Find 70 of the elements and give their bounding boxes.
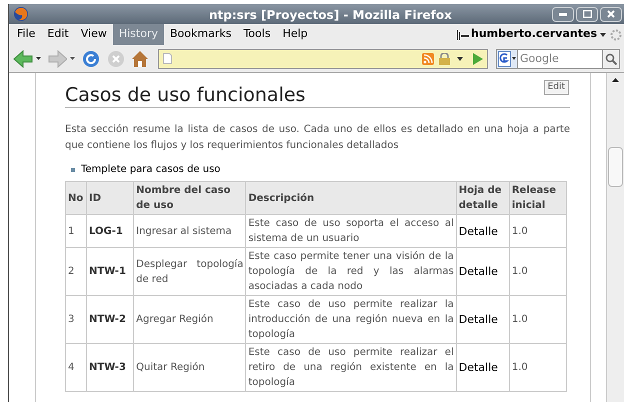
menu-item[interactable]: Bookmarks (164, 24, 238, 45)
spinner-icon (610, 28, 622, 40)
go-arrow-icon[interactable] (473, 52, 484, 64)
edit-button[interactable]: Edit (544, 80, 569, 95)
intro-paragraph: Esta sección resume la lista de casos de uso. Cada uno de ellos es detallado en una hoja a parte que contiene los flujos y los requerimientos funcionales detallados (65, 123, 570, 153)
search-icon (605, 52, 618, 64)
menu-item[interactable]: View (74, 24, 113, 45)
table-cell: NTW-1 (86, 248, 134, 296)
table-cell: Este caso de uso soporta el acceso al sistema de un usuario (246, 214, 456, 248)
dropdown-icon[interactable] (70, 57, 76, 60)
table-cell: 1.0 (509, 344, 566, 392)
table-cell: Este caso de uso permite realizar el retiro de una región existente en la topología (246, 344, 456, 392)
table-cell: Este caso de uso permite realizar la introducción de una región nueva en la topología (246, 296, 456, 344)
close-button[interactable] (600, 6, 622, 22)
dropdown-icon[interactable] (600, 32, 606, 36)
column-header: Hoja de detalle (456, 182, 510, 214)
table-cell: LOG-1 (86, 214, 134, 248)
menu-item[interactable]: Edit (41, 24, 75, 45)
dropdown-icon[interactable] (36, 57, 41, 60)
firefox-logo-icon (13, 6, 29, 22)
detail-link[interactable]: Detalle (456, 344, 510, 392)
user-name[interactable]: humberto.cervantes (471, 26, 597, 43)
rss-icon[interactable] (422, 52, 434, 64)
home-icon[interactable] (131, 50, 150, 68)
table-cell: Quitar Región (134, 344, 246, 392)
scrollbar[interactable] (606, 73, 624, 402)
detail-link[interactable]: Detalle (456, 248, 510, 296)
menu-item[interactable]: Help (276, 24, 314, 45)
table-cell: NTW-3 (86, 344, 134, 392)
column-header: Descripción (246, 182, 456, 214)
window-title: ntp:srs [Proyectos] - Mozilla Firefox (209, 7, 452, 24)
scroll-up-icon[interactable] (612, 78, 619, 82)
table-cell: Ingresar al sistema (134, 214, 246, 248)
menu-item[interactable]: File (11, 24, 42, 45)
maximize-icon (582, 10, 592, 18)
detail-link[interactable]: Detalle (456, 214, 510, 248)
table-cell: 1.0 (509, 214, 566, 248)
column-header: No (66, 182, 87, 214)
table-cell: 3 (66, 296, 87, 344)
table-cell: 2 (66, 248, 87, 296)
close-icon (607, 10, 615, 18)
table-cell: 1 (66, 214, 87, 248)
table-cell: Agregar Región (134, 296, 246, 344)
table-cell: Desplegar topología de red (134, 248, 246, 296)
bullet-icon (71, 168, 75, 172)
search-field[interactable]: Google (518, 48, 602, 68)
minimize-icon (559, 12, 567, 16)
page-icon (163, 53, 172, 64)
table-cell: NTW-2 (86, 296, 134, 344)
table-cell: 1.0 (509, 296, 566, 344)
column-header: ID (86, 182, 134, 214)
menu-item[interactable]: Tools (237, 24, 277, 45)
signal-icon (457, 28, 470, 40)
search-button[interactable] (602, 48, 620, 68)
bullet-link[interactable]: Templete para casos de uso (81, 162, 220, 177)
scroll-thumb[interactable] (608, 147, 623, 187)
minimize-button[interactable] (552, 6, 574, 22)
detail-link[interactable]: Detalle (456, 296, 510, 344)
column-header: Release inicial (509, 182, 566, 214)
address-field[interactable] (158, 48, 488, 68)
maximize-button[interactable] (576, 6, 598, 22)
table-cell: 1.0 (509, 248, 566, 296)
table-cell: 4 (66, 344, 87, 392)
back-arrow-icon[interactable] (13, 50, 33, 68)
column-header: Nombre del caso de uso (134, 182, 246, 214)
reload-icon[interactable] (82, 50, 100, 68)
search-engine-icon[interactable] (496, 48, 518, 68)
lock-icon[interactable] (438, 52, 452, 64)
dropdown-icon[interactable] (457, 56, 464, 60)
table-cell: Este caso permite tener una visión de la topología de la red y las alarmas asociadas a cada nodo (246, 248, 456, 296)
